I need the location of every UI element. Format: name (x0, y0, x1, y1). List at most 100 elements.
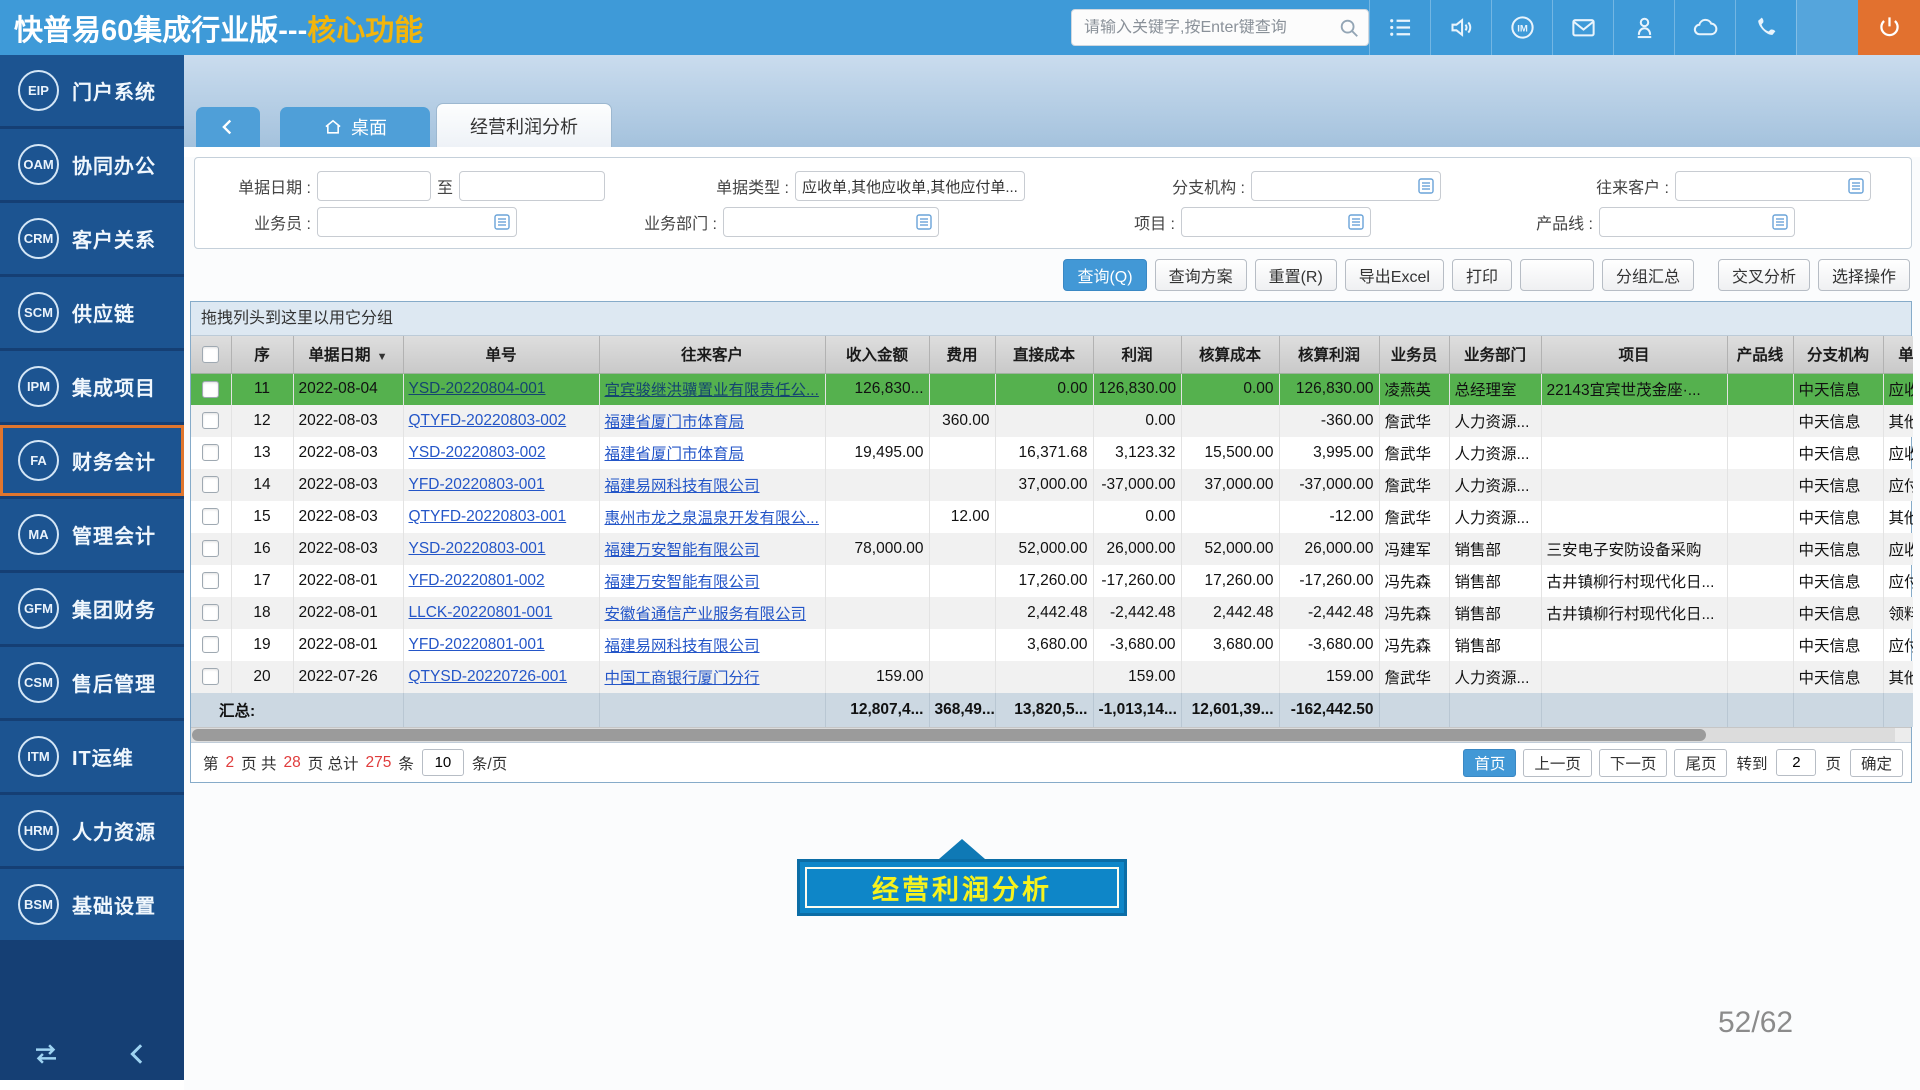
col-header-doc[interactable]: 单号 (403, 336, 599, 373)
picker-grid-icon[interactable] (1417, 177, 1435, 195)
row-checkbox[interactable] (202, 444, 219, 461)
customer-link[interactable]: 福建易网科技有限公司 (605, 638, 760, 655)
table-row[interactable]: 172022-08-01YFD-20220801-002福建万安智能有限公司17… (191, 565, 1913, 597)
col-header-seq[interactable]: 序 (231, 336, 293, 373)
phone-button[interactable] (1735, 0, 1796, 55)
group-by-bar[interactable]: 拖拽列头到这里以用它分组 (191, 302, 1911, 336)
row-checkbox[interactable] (202, 412, 219, 429)
select-all-checkbox[interactable] (202, 346, 219, 363)
first-page-button[interactable]: 首页 (1463, 749, 1516, 777)
im-button[interactable]: IM (1491, 0, 1552, 55)
table-row[interactable]: 122022-08-03QTYFD-20220803-002福建省厦门市体育局3… (191, 405, 1913, 437)
date-from-input[interactable] (317, 171, 431, 201)
row-checkbox[interactable] (202, 572, 219, 589)
row-checkbox[interactable] (202, 668, 219, 685)
col-header-date[interactable]: 单据日期▼ (293, 336, 403, 373)
scrollbar-thumb[interactable] (192, 729, 1706, 741)
col-header-customer[interactable]: 往来客户 (599, 336, 825, 373)
cloud-button[interactable] (1674, 0, 1735, 55)
search-input[interactable] (1084, 19, 1338, 37)
customer-input[interactable] (1675, 171, 1871, 201)
dept-input[interactable] (723, 207, 939, 237)
table-row[interactable]: 142022-08-03YFD-20220803-001福建易网科技有限公司37… (191, 469, 1913, 501)
col-header-sel[interactable] (191, 336, 231, 373)
row-checkbox[interactable] (202, 636, 219, 653)
doc-type-input[interactable] (795, 171, 1025, 201)
tab-profit-analysis[interactable]: 经营利润分析 (436, 103, 612, 147)
product-line-input[interactable] (1599, 207, 1795, 237)
action-button-8[interactable]: 选择操作 (1818, 259, 1910, 291)
col-header-profit[interactable]: 利润 (1093, 336, 1181, 373)
customer-link[interactable]: 福建万安智能有限公司 (605, 574, 760, 591)
col-header-acost[interactable]: 核算成本 (1181, 336, 1279, 373)
blank-button[interactable] (1520, 259, 1594, 291)
picker-grid-icon[interactable] (915, 213, 933, 231)
doc-link[interactable]: YSD-20220804-001 (409, 380, 546, 397)
doc-link[interactable]: LLCK-20220801-001 (409, 604, 553, 621)
customer-link[interactable]: 福建省厦门市体育局 (605, 446, 745, 463)
col-header-fee[interactable]: 费用 (929, 336, 995, 373)
last-page-button[interactable]: 尾页 (1674, 749, 1727, 777)
speaker-button[interactable] (1430, 0, 1491, 55)
col-header-dtype[interactable]: 单 (1883, 336, 1913, 373)
picker-grid-icon[interactable] (1347, 213, 1365, 231)
picker-grid-icon[interactable] (493, 213, 511, 231)
col-header-sales[interactable]: 业务员 (1379, 336, 1449, 373)
person-button[interactable] (1613, 0, 1674, 55)
picker-grid-icon[interactable] (1847, 177, 1865, 195)
mail-button[interactable] (1552, 0, 1613, 55)
doc-link[interactable]: QTYFD-20220803-001 (409, 508, 567, 525)
row-checkbox[interactable] (202, 508, 219, 525)
customer-link[interactable]: 安徽省通信产业服务有限公司 (605, 606, 807, 623)
customer-link[interactable]: 惠州市龙之泉温泉开发有限公... (605, 510, 819, 527)
tab-back-button[interactable] (196, 107, 260, 147)
sidebar-item-ipm[interactable]: IPM集成项目 (0, 351, 184, 422)
action-button-4[interactable]: 打印 (1452, 259, 1512, 291)
action-button-3[interactable]: 导出Excel (1345, 259, 1444, 291)
sidebar-item-oam[interactable]: OAM协同办公 (0, 129, 184, 200)
col-header-direct[interactable]: 直接成本 (995, 336, 1093, 373)
table-row[interactable]: 162022-08-03YSD-20220803-001福建万安智能有限公司78… (191, 533, 1913, 565)
doc-link[interactable]: YSD-20220803-001 (409, 540, 546, 557)
action-button-0[interactable]: 查询(Q) (1063, 259, 1146, 291)
collapse-sidebar-icon[interactable] (123, 1039, 153, 1069)
col-header-branch[interactable]: 分支机构 (1793, 336, 1883, 373)
date-to-input[interactable] (459, 171, 605, 201)
row-checkbox[interactable] (202, 476, 219, 493)
sidebar-item-fa[interactable]: FA财务会计 (0, 425, 184, 496)
table-row[interactable]: 112022-08-04YSD-20220804-001宜宾骏继洪骥置业有限责任… (191, 373, 1913, 405)
action-button-7[interactable]: 交叉分析 (1718, 259, 1810, 291)
sidebar-item-crm[interactable]: CRM客户关系 (0, 203, 184, 274)
swap-arrows-icon[interactable] (31, 1039, 61, 1069)
action-button-6[interactable]: 分组汇总 (1602, 259, 1694, 291)
doc-link[interactable]: YFD-20220803-001 (409, 476, 545, 493)
project-input[interactable] (1181, 207, 1371, 237)
salesperson-input[interactable] (317, 207, 517, 237)
col-header-dept[interactable]: 业务部门 (1449, 336, 1541, 373)
customer-link[interactable]: 福建省厦门市体育局 (605, 414, 745, 431)
sidebar-item-itm[interactable]: ITMIT运维 (0, 721, 184, 792)
sidebar-item-hrm[interactable]: HRM人力资源 (0, 795, 184, 866)
doc-link[interactable]: YSD-20220803-002 (409, 444, 546, 461)
sidebar-item-ma[interactable]: MA管理会计 (0, 499, 184, 570)
doc-link[interactable]: QTYFD-20220803-002 (409, 412, 567, 429)
goto-page-input[interactable] (1776, 749, 1816, 776)
doc-link[interactable]: QTYSD-20220726-001 (409, 668, 568, 685)
row-checkbox[interactable] (202, 381, 219, 398)
next-page-button[interactable]: 下一页 (1599, 749, 1668, 777)
col-header-project[interactable]: 项目 (1541, 336, 1727, 373)
prev-page-button[interactable]: 上一页 (1523, 749, 1592, 777)
horizontal-scrollbar[interactable] (191, 727, 1911, 742)
table-row[interactable]: 152022-08-03QTYFD-20220803-001惠州市龙之泉温泉开发… (191, 501, 1913, 533)
action-button-2[interactable]: 重置(R) (1255, 259, 1337, 291)
picker-grid-icon[interactable] (1771, 213, 1789, 231)
sidebar-item-gfm[interactable]: GFM集团财务 (0, 573, 184, 644)
tab-desktop[interactable]: 桌面 (280, 107, 430, 147)
table-row[interactable]: 192022-08-01YFD-20220801-001福建易网科技有限公司3,… (191, 629, 1913, 661)
table-row[interactable]: 132022-08-03YSD-20220803-002福建省厦门市体育局19,… (191, 437, 1913, 469)
page-size-input[interactable] (422, 749, 464, 776)
doc-link[interactable]: YFD-20220801-001 (409, 636, 545, 653)
logout-button[interactable] (1858, 0, 1920, 55)
row-checkbox[interactable] (202, 540, 219, 557)
branch-input[interactable] (1251, 171, 1441, 201)
